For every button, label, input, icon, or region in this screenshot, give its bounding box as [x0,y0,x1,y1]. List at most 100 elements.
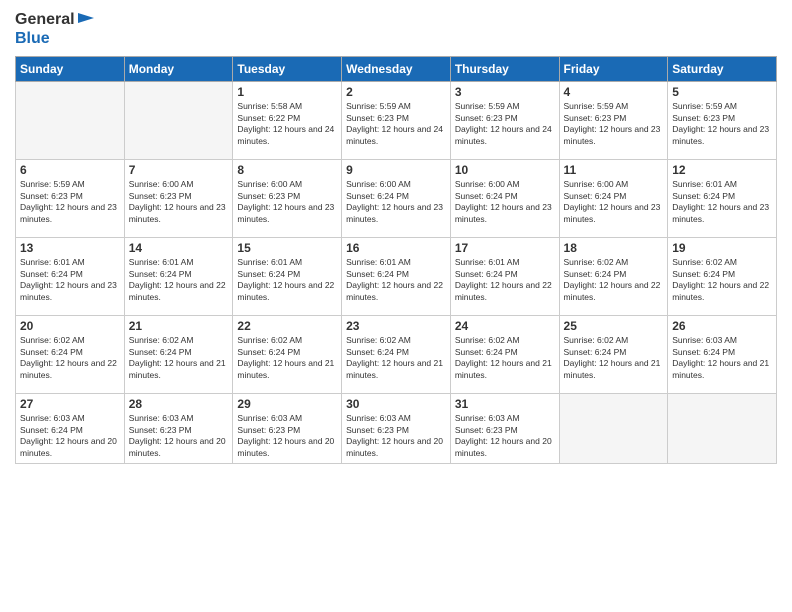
logo-flag-icon [78,13,94,27]
calendar-cell: 18 Sunrise: 6:02 AM Sunset: 6:24 PM Dayli… [559,238,668,316]
calendar-week-row: 13Sunrise: 6:01 AM Sunset: 6:24 PM Dayli… [16,238,777,316]
day-info: Sunrise: 6:03 AM Sunset: 6:23 PM Dayligh… [455,413,555,459]
calendar-cell: 19Sunrise: 6:02 AM Sunset: 6:24 PM Dayli… [668,238,777,316]
day-info: Sunrise: 6:01 AM Sunset: 6:24 PM Dayligh… [237,257,337,303]
calendar-cell [124,82,233,160]
day-number: 4 [564,85,664,99]
day-number: 27 [20,397,120,411]
calendar-cell: 29 Sunrise: 6:03 AM Sunset: 6:23 PM Dayli… [233,394,342,464]
calendar-header-row: SundayMondayTuesdayWednesdayThursdayFrid… [16,57,777,82]
logo-container: General Blue [15,10,94,48]
calendar-header-thursday: Thursday [450,57,559,82]
day-number: 3 [455,85,555,99]
day-number: 6 [20,163,120,177]
day-number: 28 [129,397,229,411]
day-number: 11 [564,163,664,177]
day-info: Sunrise: 6:01 AM Sunset: 6:24 PM Dayligh… [455,257,555,303]
logo: General Blue [15,10,94,48]
calendar-cell: 11 Sunrise: 6:00 AM Sunset: 6:24 PM Dayli… [559,160,668,238]
day-info: Sunrise: 6:00 AM Sunset: 6:24 PM Dayligh… [564,179,664,225]
calendar-cell [16,82,125,160]
day-info: Sunrise: 6:02 AM Sunset: 6:24 PM Dayligh… [455,335,555,381]
header: General Blue [15,10,777,48]
day-info: Sunrise: 5:59 AM Sunset: 6:23 PM Dayligh… [455,101,555,147]
calendar-cell: 25Sunrise: 6:02 AM Sunset: 6:24 PM Dayli… [559,316,668,394]
day-info: Sunrise: 6:02 AM Sunset: 6:24 PM Dayligh… [346,335,446,381]
calendar-cell: 10 Sunrise: 6:00 AM Sunset: 6:24 PM Dayli… [450,160,559,238]
day-number: 17 [455,241,555,255]
calendar-cell: 15 Sunrise: 6:01 AM Sunset: 6:24 PM Dayli… [233,238,342,316]
day-info: Sunrise: 6:02 AM Sunset: 6:24 PM Dayligh… [20,335,120,381]
logo-general-text: General [15,10,75,29]
calendar-cell: 27Sunrise: 6:03 AM Sunset: 6:24 PM Dayli… [16,394,125,464]
day-info: Sunrise: 6:03 AM Sunset: 6:23 PM Dayligh… [237,413,337,459]
day-number: 22 [237,319,337,333]
calendar-cell: 3 Sunrise: 5:59 AM Sunset: 6:23 PM Daylig… [450,82,559,160]
day-info: Sunrise: 6:00 AM Sunset: 6:24 PM Dayligh… [455,179,555,225]
day-info: Sunrise: 6:02 AM Sunset: 6:24 PM Dayligh… [237,335,337,381]
day-number: 26 [672,319,772,333]
calendar-cell: 12 Sunrise: 6:01 AM Sunset: 6:24 PM Dayli… [668,160,777,238]
day-info: Sunrise: 6:00 AM Sunset: 6:23 PM Dayligh… [237,179,337,225]
calendar-cell: 26 Sunrise: 6:03 AM Sunset: 6:24 PM Dayli… [668,316,777,394]
calendar-header-wednesday: Wednesday [342,57,451,82]
calendar-week-row: 20Sunrise: 6:02 AM Sunset: 6:24 PM Dayli… [16,316,777,394]
calendar-week-row: 27Sunrise: 6:03 AM Sunset: 6:24 PM Dayli… [16,394,777,464]
day-number: 15 [237,241,337,255]
day-info: Sunrise: 6:01 AM Sunset: 6:24 PM Dayligh… [672,179,772,225]
calendar-cell: 1Sunrise: 5:58 AM Sunset: 6:22 PM Daylig… [233,82,342,160]
calendar-cell: 14Sunrise: 6:01 AM Sunset: 6:24 PM Dayli… [124,238,233,316]
calendar-cell [668,394,777,464]
calendar-cell: 23 Sunrise: 6:02 AM Sunset: 6:24 PM Dayli… [342,316,451,394]
calendar-cell: 31 Sunrise: 6:03 AM Sunset: 6:23 PM Dayli… [450,394,559,464]
day-info: Sunrise: 6:03 AM Sunset: 6:24 PM Dayligh… [672,335,772,381]
logo-blue-text: Blue [15,30,50,47]
calendar-cell: 30Sunrise: 6:03 AM Sunset: 6:23 PM Dayli… [342,394,451,464]
day-info: Sunrise: 5:59 AM Sunset: 6:23 PM Dayligh… [564,101,664,147]
calendar-cell: 4 Sunrise: 5:59 AM Sunset: 6:23 PM Daylig… [559,82,668,160]
day-info: Sunrise: 5:59 AM Sunset: 6:23 PM Dayligh… [672,101,772,147]
calendar-cell: 6 Sunrise: 5:59 AM Sunset: 6:23 PM Daylig… [16,160,125,238]
calendar-cell: 17 Sunrise: 6:01 AM Sunset: 6:24 PM Dayli… [450,238,559,316]
day-number: 9 [346,163,446,177]
calendar-cell: 2 Sunrise: 5:59 AM Sunset: 6:23 PM Daylig… [342,82,451,160]
day-number: 31 [455,397,555,411]
day-info: Sunrise: 6:02 AM Sunset: 6:24 PM Dayligh… [564,257,664,303]
calendar-week-row: 1Sunrise: 5:58 AM Sunset: 6:22 PM Daylig… [16,82,777,160]
day-info: Sunrise: 5:59 AM Sunset: 6:23 PM Dayligh… [20,179,120,225]
calendar-header-tuesday: Tuesday [233,57,342,82]
day-number: 12 [672,163,772,177]
calendar-cell: 22 Sunrise: 6:02 AM Sunset: 6:24 PM Dayli… [233,316,342,394]
day-number: 23 [346,319,446,333]
day-number: 29 [237,397,337,411]
calendar-header-monday: Monday [124,57,233,82]
day-number: 25 [564,319,664,333]
calendar-cell: 7 Sunrise: 6:00 AM Sunset: 6:23 PM Daylig… [124,160,233,238]
calendar-header-friday: Friday [559,57,668,82]
day-number: 30 [346,397,446,411]
day-info: Sunrise: 5:59 AM Sunset: 6:23 PM Dayligh… [346,101,446,147]
calendar-cell: 28 Sunrise: 6:03 AM Sunset: 6:23 PM Dayli… [124,394,233,464]
day-number: 2 [346,85,446,99]
calendar-cell: 24 Sunrise: 6:02 AM Sunset: 6:24 PM Dayli… [450,316,559,394]
day-number: 5 [672,85,772,99]
calendar-header-sunday: Sunday [16,57,125,82]
day-number: 16 [346,241,446,255]
day-info: Sunrise: 6:02 AM Sunset: 6:24 PM Dayligh… [129,335,229,381]
day-number: 10 [455,163,555,177]
calendar-table: SundayMondayTuesdayWednesdayThursdayFrid… [15,56,777,464]
calendar-cell: 13Sunrise: 6:01 AM Sunset: 6:24 PM Dayli… [16,238,125,316]
day-info: Sunrise: 6:03 AM Sunset: 6:23 PM Dayligh… [129,413,229,459]
day-info: Sunrise: 6:02 AM Sunset: 6:24 PM Dayligh… [672,257,772,303]
day-number: 7 [129,163,229,177]
calendar-cell: 8Sunrise: 6:00 AM Sunset: 6:23 PM Daylig… [233,160,342,238]
day-number: 1 [237,85,337,99]
day-number: 14 [129,241,229,255]
day-number: 24 [455,319,555,333]
day-info: Sunrise: 6:00 AM Sunset: 6:24 PM Dayligh… [346,179,446,225]
day-info: Sunrise: 6:00 AM Sunset: 6:23 PM Dayligh… [129,179,229,225]
day-number: 18 [564,241,664,255]
calendar-cell: 9 Sunrise: 6:00 AM Sunset: 6:24 PM Daylig… [342,160,451,238]
day-info: Sunrise: 6:01 AM Sunset: 6:24 PM Dayligh… [20,257,120,303]
calendar-cell: 20Sunrise: 6:02 AM Sunset: 6:24 PM Dayli… [16,316,125,394]
